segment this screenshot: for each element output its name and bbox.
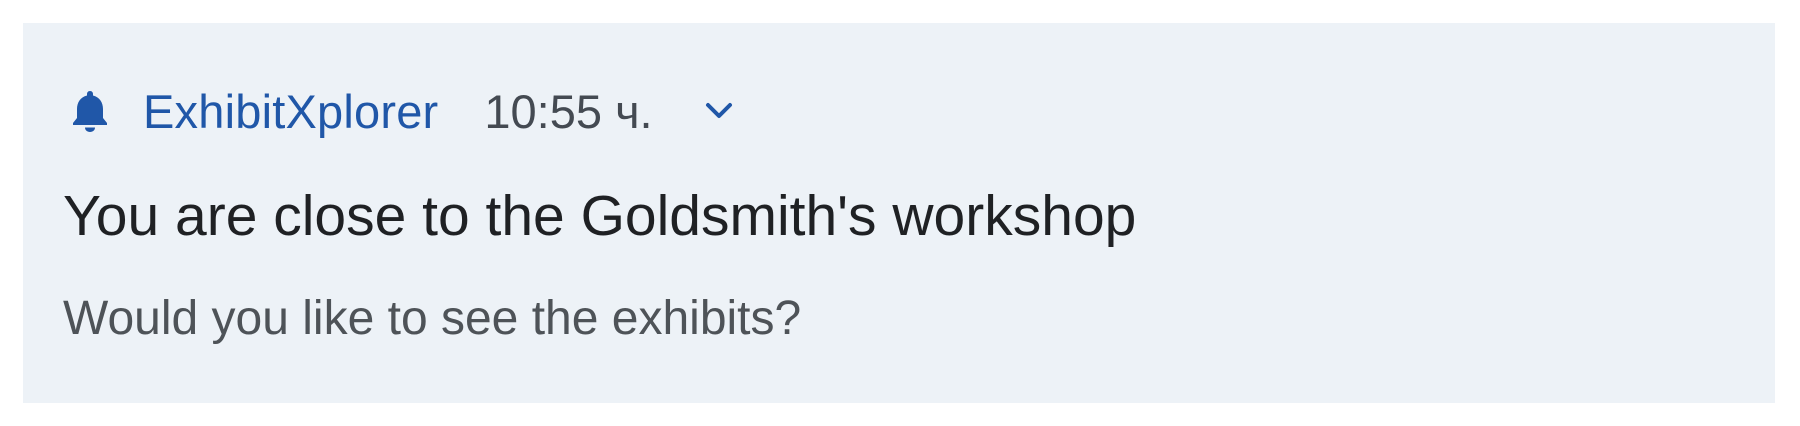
notification-card[interactable]: ExhibitXplorer 10:55 ч. You are close to… [23, 23, 1775, 403]
chevron-down-icon[interactable] [699, 91, 739, 131]
notification-title: You are close to the Goldsmith's worksho… [63, 184, 1137, 248]
notification-header: ExhibitXplorer 10:55 ч. [69, 81, 739, 141]
app-name: ExhibitXplorer [143, 84, 439, 138]
bell-icon [69, 89, 111, 133]
notification-body: Would you like to see the exhibits? [63, 292, 802, 345]
notification-time: 10:55 ч. [484, 84, 653, 138]
